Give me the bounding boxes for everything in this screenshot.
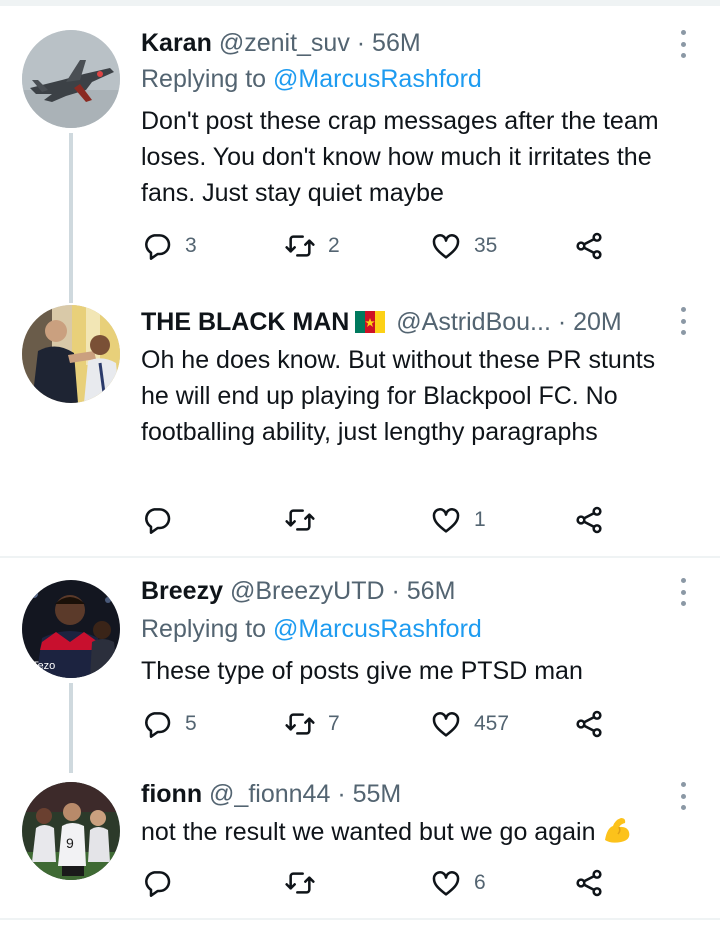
- share-icon: [576, 869, 602, 897]
- reply-count: 5: [185, 712, 197, 735]
- avatar-badge: Tezo: [32, 660, 55, 672]
- handle[interactable]: @AstridBou...: [396, 308, 551, 336]
- like-button[interactable]: 1: [430, 502, 486, 538]
- reply-icon: [145, 871, 171, 897]
- avatar-photo: 9: [22, 782, 120, 880]
- reply-icon: [145, 234, 171, 260]
- tweet-actions: 3 2 35: [141, 228, 621, 264]
- reply-button[interactable]: [141, 502, 185, 538]
- timestamp[interactable]: · 20M: [558, 308, 622, 336]
- retweet-button[interactable]: 7: [284, 706, 340, 742]
- like-count: 35: [474, 234, 498, 257]
- reply-count: 3: [185, 234, 197, 257]
- display-name[interactable]: fionn: [141, 780, 202, 808]
- thread-line: [69, 683, 73, 773]
- flexed-biceps-emoji: [605, 818, 630, 843]
- replying-to: Replying to @MarcusRashford: [141, 614, 482, 644]
- retweet-icon: [285, 509, 315, 531]
- retweet-count: 7: [328, 712, 340, 735]
- display-name[interactable]: Karan: [141, 29, 212, 57]
- avatar-photo: Tezo: [22, 580, 120, 678]
- mention-link[interactable]: @MarcusRashford: [273, 65, 482, 93]
- cameroon-flag-icon: [355, 311, 386, 333]
- tweet-text: Oh he does know. But without these PR st…: [141, 346, 656, 446]
- tweet-text: These type of posts give me PTSD man: [141, 657, 583, 685]
- tweet-header: fionn @_fionn44 · 55M: [141, 779, 401, 809]
- more-options-icon[interactable]: [676, 782, 690, 810]
- like-button[interactable]: 457: [430, 706, 509, 742]
- tweet-actions: 1: [141, 502, 621, 538]
- timestamp[interactable]: · 56M: [357, 29, 421, 57]
- display-name[interactable]: Breezy: [141, 577, 223, 605]
- share-button[interactable]: [573, 706, 605, 742]
- handle[interactable]: @_fionn44: [209, 780, 330, 808]
- tweet-fionn[interactable]: 9 fionn @_fionn44 · 55M not the result w…: [0, 768, 720, 920]
- tweet-header: THE BLACK MAN @AstridBou... · 20M: [141, 307, 622, 337]
- thread-line: [69, 133, 73, 303]
- tweet-the-black-man[interactable]: THE BLACK MAN @AstridBou... · 20M Oh he …: [0, 285, 720, 557]
- tweet-karan[interactable]: Karan @zenit_suv · 56M Replying to @Marc…: [0, 0, 720, 303]
- handle[interactable]: @BreezyUTD: [230, 577, 385, 605]
- tweet-header: Breezy @BreezyUTD · 56M: [141, 576, 455, 606]
- heart-icon: [432, 234, 460, 259]
- bottom-divider: [0, 918, 720, 920]
- share-button[interactable]: [573, 228, 605, 264]
- tweet-text: Don't post these crap messages after the…: [141, 107, 659, 207]
- like-count: 6: [474, 871, 486, 894]
- like-button[interactable]: 35: [430, 228, 497, 264]
- reply-icon: [145, 712, 171, 738]
- heart-icon: [432, 508, 460, 533]
- like-count: 457: [474, 712, 510, 735]
- avatar-the-black-man[interactable]: [22, 305, 120, 403]
- retweet-icon: [285, 872, 315, 894]
- tweet-header: Karan @zenit_suv · 56M: [141, 28, 421, 58]
- handle[interactable]: @zenit_suv: [219, 29, 350, 57]
- avatar-jet-image: [22, 30, 120, 128]
- mention-link[interactable]: @MarcusRashford: [273, 615, 482, 643]
- reply-button[interactable]: [141, 865, 185, 901]
- like-count: 1: [474, 508, 486, 531]
- share-button[interactable]: [573, 502, 605, 538]
- retweet-icon: [285, 235, 315, 257]
- more-options-icon[interactable]: [676, 578, 690, 606]
- avatar-karan[interactable]: [22, 30, 120, 128]
- svg-text:9: 9: [66, 835, 74, 851]
- more-options-icon[interactable]: [676, 30, 690, 58]
- retweet-icon: [285, 713, 315, 735]
- replying-to-label: Replying to: [141, 615, 274, 643]
- like-button[interactable]: 6: [430, 865, 486, 901]
- reply-button[interactable]: 5: [141, 706, 197, 742]
- retweet-button[interactable]: 2: [284, 228, 340, 264]
- display-name[interactable]: THE BLACK MAN: [141, 308, 349, 336]
- tweet-actions: 6: [141, 865, 621, 901]
- tweet-text-container: not the result we wanted but we go again: [141, 814, 686, 850]
- share-icon: [576, 232, 602, 260]
- tweet-text: not the result we wanted but we go again: [141, 818, 596, 846]
- replying-to: Replying to @MarcusRashford: [141, 64, 482, 94]
- avatar-fionn[interactable]: 9: [22, 782, 120, 880]
- heart-icon: [432, 712, 460, 737]
- retweet-count: 2: [328, 234, 340, 257]
- reply-icon: [145, 508, 171, 534]
- retweet-button[interactable]: [284, 502, 328, 538]
- more-options-icon[interactable]: [676, 307, 690, 335]
- tweet-breezy[interactable]: Tezo Breezy @BreezyUTD · 56M Replying to…: [0, 558, 720, 773]
- share-icon: [576, 506, 602, 534]
- heart-icon: [432, 871, 460, 896]
- timestamp[interactable]: · 56M: [391, 577, 455, 605]
- retweet-button[interactable]: [284, 865, 328, 901]
- timestamp[interactable]: · 55M: [337, 780, 401, 808]
- share-icon: [576, 710, 602, 738]
- avatar-photo: [22, 305, 120, 403]
- reply-button[interactable]: 3: [141, 228, 197, 264]
- avatar-breezy[interactable]: Tezo: [22, 580, 120, 678]
- replying-to-label: Replying to: [141, 65, 274, 93]
- share-button[interactable]: [573, 865, 605, 901]
- tweet-actions: 5 7 457: [141, 706, 621, 742]
